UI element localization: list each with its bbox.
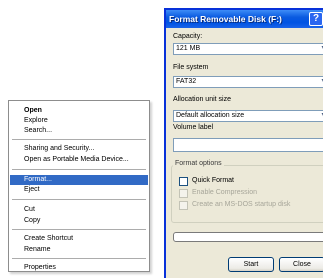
format-dialog: Format Removable Disk (F:) ? × Capacity:… [164, 8, 323, 278]
menu-separator [12, 139, 146, 140]
menu-separator [12, 229, 146, 230]
menu-separator [12, 199, 146, 200]
menu-item-cut[interactable]: Cut [10, 205, 148, 215]
menu-item-format[interactable]: Format... [10, 175, 148, 185]
allocation-label: Allocation unit size [173, 96, 231, 103]
capacity-dropdown[interactable]: 121 MB ▼ [173, 43, 323, 55]
msdos-startup-label: Create an MS-DOS startup disk [192, 201, 291, 208]
menu-item-search[interactable]: Search... [10, 126, 148, 136]
menu-separator [12, 258, 146, 259]
menu-item-open-portable-media[interactable]: Open as Portable Media Device... [10, 155, 148, 165]
enable-compression-checkbox [179, 189, 188, 198]
volume-label-input[interactable] [173, 138, 323, 152]
context-menu: Open Explore Search... Sharing and Secur… [8, 100, 150, 272]
allocation-dropdown[interactable]: Default allocation size ▼ [173, 110, 323, 122]
format-progress-bar [173, 232, 323, 242]
close-button[interactable]: Close [279, 257, 323, 272]
capacity-label: Capacity: [173, 33, 203, 40]
enable-compression-label: Enable Compression [192, 189, 257, 196]
menu-item-create-shortcut[interactable]: Create Shortcut [10, 234, 148, 244]
file-system-value: FAT32 [176, 78, 197, 85]
allocation-value: Default allocation size [176, 112, 245, 119]
msdos-startup-checkbox [179, 201, 188, 210]
start-button[interactable]: Start [228, 257, 274, 272]
quick-format-label[interactable]: Quick Format [192, 177, 234, 184]
menu-item-copy[interactable]: Copy [10, 216, 148, 226]
file-system-dropdown[interactable]: FAT32 ▼ [173, 76, 323, 88]
capacity-value: 121 MB [176, 45, 201, 52]
menu-separator [12, 169, 146, 170]
menu-item-sharing-security[interactable]: Sharing and Security... [10, 144, 148, 154]
dialog-title-bar[interactable]: Format Removable Disk (F:) ? × [166, 10, 323, 28]
menu-item-properties[interactable]: Properties [10, 263, 148, 273]
menu-item-eject[interactable]: Eject [10, 185, 148, 195]
format-options-legend: Format options [173, 160, 224, 167]
file-system-label: File system [173, 64, 209, 71]
menu-item-rename[interactable]: Rename [10, 245, 148, 255]
menu-item-explore[interactable]: Explore [10, 116, 148, 126]
help-icon[interactable]: ? [309, 12, 323, 26]
menu-item-open[interactable]: Open [10, 106, 148, 116]
volume-label-label: Volume label [173, 124, 214, 131]
quick-format-checkbox[interactable] [179, 177, 188, 186]
dialog-title: Format Removable Disk (F:) [169, 14, 282, 24]
